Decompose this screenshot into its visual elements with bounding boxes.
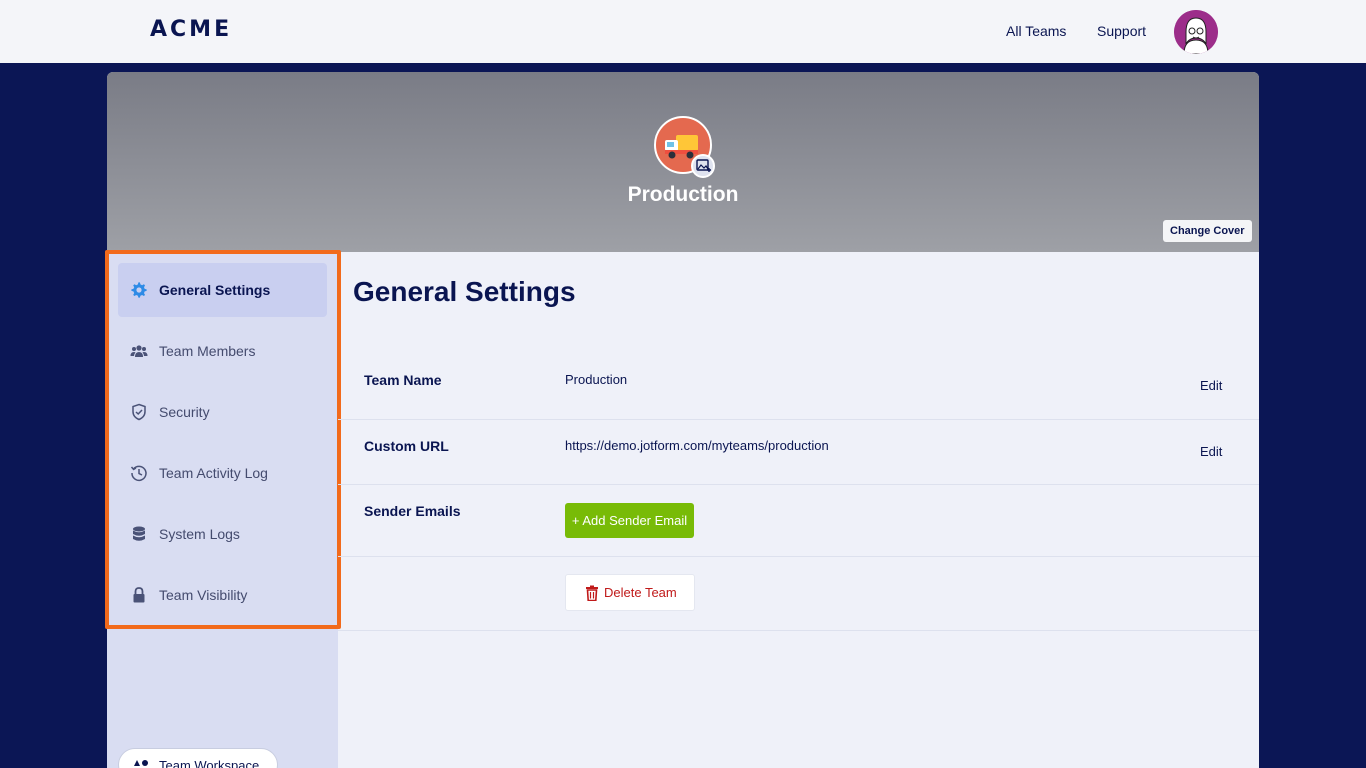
add-sender-email-button[interactable]: + Add Sender Email <box>565 503 694 538</box>
user-avatar[interactable] <box>1174 10 1218 54</box>
delete-team-label: Delete Team <box>604 585 677 600</box>
image-add-icon <box>696 159 711 172</box>
sidebar-menu-highlight <box>105 250 341 629</box>
edit-custom-url-button[interactable]: Edit <box>1200 444 1222 459</box>
custom-url-row: Custom URL https://demo.jotform.com/myte… <box>338 420 1259 485</box>
team-name-value: Production <box>565 372 628 387</box>
delete-team-button[interactable]: Delete Team <box>565 574 695 611</box>
workspace-icon <box>134 760 148 766</box>
change-cover-button[interactable]: Change Cover <box>1163 220 1252 242</box>
delete-team-row: Delete Team <box>338 557 1259 631</box>
acme-logo[interactable]: ACME <box>150 17 232 42</box>
team-name-label: Team Name <box>364 372 442 388</box>
change-avatar-button[interactable] <box>691 154 715 178</box>
user-avatar-icon <box>1174 10 1218 54</box>
custom-url-value: https://demo.jotform.com/myteams/product… <box>565 438 829 453</box>
page-title: General Settings <box>353 276 576 307</box>
team-name-title: Production <box>627 183 739 206</box>
sender-emails-label: Sender Emails <box>364 503 461 519</box>
sender-emails-row: Sender Emails + Add Sender Email <box>338 485 1259 557</box>
edit-team-name-button[interactable]: Edit <box>1200 378 1222 393</box>
nav-support-link[interactable]: Support <box>1097 23 1146 39</box>
team-workspace-button[interactable]: Team Workspace <box>118 748 278 768</box>
trash-icon <box>586 585 598 601</box>
custom-url-label: Custom URL <box>364 438 449 454</box>
team-name-row: Team Name Production Edit <box>338 354 1259 420</box>
team-workspace-label: Team Workspace <box>159 758 260 768</box>
nav-all-teams-link[interactable]: All Teams <box>1006 23 1066 39</box>
top-bar: ACME All Teams Support <box>0 0 1366 63</box>
